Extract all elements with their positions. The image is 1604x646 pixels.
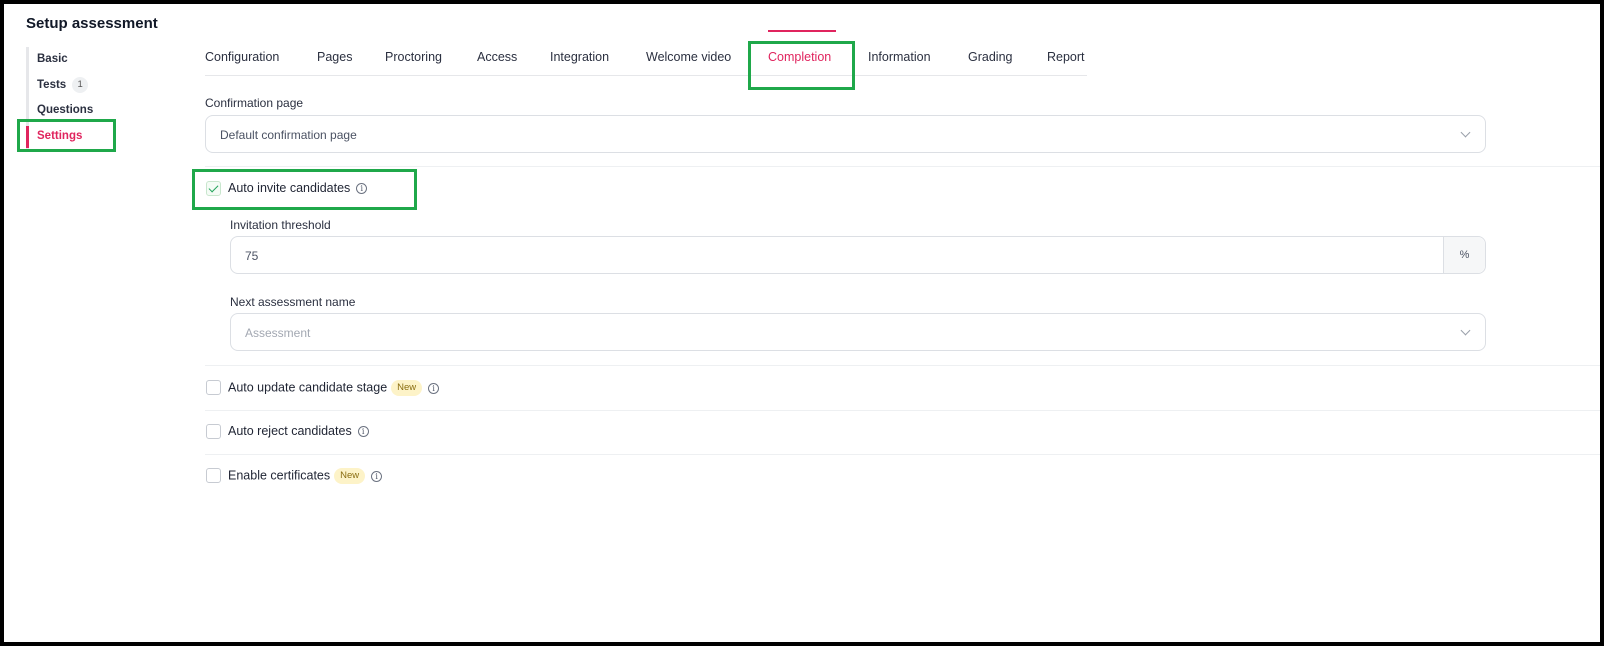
tab-pages[interactable]: Pages [317,50,352,76]
certificates-checkbox[interactable] [206,468,221,483]
next-assessment-label: Next assessment name [230,295,356,309]
settings-tabs: Configuration Pages Proctoring Access In… [205,50,1087,76]
tab-information[interactable]: Information [868,50,931,76]
next-assessment-select[interactable]: Assessment [230,313,1486,351]
divider [205,454,1600,455]
confirmation-page-select[interactable]: Default confirmation page [205,115,1486,153]
page-title: Setup assessment [26,15,158,32]
info-icon[interactable]: i [356,183,368,195]
active-nav-indicator [26,126,29,148]
invitation-threshold-value: 75 [245,249,259,263]
auto-update-label: Auto update candidate stage New i [228,380,440,396]
divider [205,365,1600,366]
tab-integration[interactable]: Integration [550,50,609,76]
divider [205,410,1600,411]
nav-item-questions[interactable]: Questions [37,104,93,116]
chevron-down-icon [1460,127,1471,138]
tab-report[interactable]: Report [1047,50,1085,76]
tab-proctoring[interactable]: Proctoring [385,50,442,76]
auto-update-checkbox[interactable] [206,380,221,395]
invitation-threshold-label: Invitation threshold [230,218,331,232]
certificates-label: Enable certificates New i [228,468,383,484]
auto-invite-text: Auto invite candidates [228,181,351,195]
certificates-text: Enable certificates [228,468,331,483]
percent-suffix: % [1443,237,1485,273]
nav-item-tests[interactable]: Tests 1 [37,77,89,93]
info-icon[interactable]: i [357,426,369,438]
tab-completion[interactable]: Completion [768,50,831,76]
auto-update-text: Auto update candidate stage [228,380,388,395]
left-nav: Basic Tests 1 Questions Settings [26,47,146,151]
tab-grading[interactable]: Grading [968,50,1012,76]
chevron-down-icon [1460,325,1471,336]
divider [205,166,1600,167]
nav-item-settings[interactable]: Settings [37,130,82,142]
invitation-threshold-input[interactable]: 75 % [230,236,1486,274]
active-tab-underline [768,30,836,32]
tab-access[interactable]: Access [477,50,517,76]
info-icon[interactable]: i [371,470,383,482]
tests-count-badge: 1 [72,77,89,93]
new-badge: New [391,380,423,396]
auto-invite-label: Auto invite candidates i [228,181,368,195]
app-frame: Setup assessment Basic Tests 1 Questions … [4,4,1600,642]
auto-invite-checkbox[interactable] [206,181,221,196]
auto-reject-label: Auto reject candidates i [228,424,369,438]
auto-reject-checkbox[interactable] [206,424,221,439]
nav-item-basic[interactable]: Basic [37,53,68,65]
nav-item-tests-label: Tests [37,79,67,92]
auto-reject-text: Auto reject candidates [228,424,352,438]
tab-welcome-video[interactable]: Welcome video [646,50,731,76]
confirmation-page-value: Default confirmation page [220,128,357,142]
tab-configuration[interactable]: Configuration [205,50,279,76]
new-badge: New [334,468,366,484]
next-assessment-placeholder: Assessment [245,326,311,340]
info-icon[interactable]: i [428,382,440,394]
confirmation-page-label: Confirmation page [205,96,304,110]
